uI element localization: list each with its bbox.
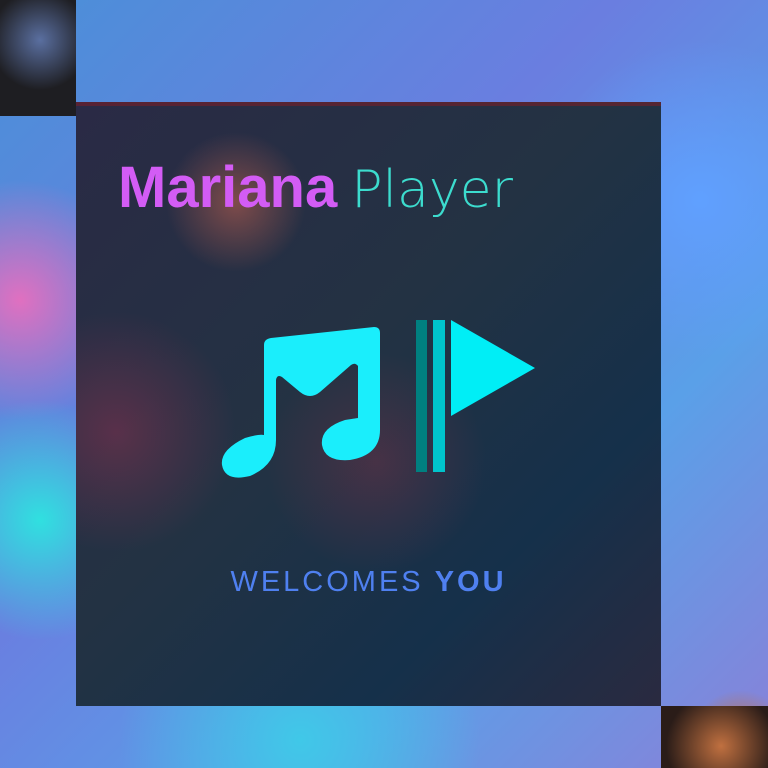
app-logo bbox=[221, 320, 535, 478]
background-bokeh-corner bbox=[661, 706, 768, 768]
splash-panel: Mariana Player WELCOMES YOU bbox=[76, 102, 661, 706]
music-note-icon bbox=[221, 327, 380, 478]
welcome-tagline: WELCOMES YOU bbox=[76, 566, 661, 599]
tagline-prefix: WELCOMES bbox=[230, 566, 424, 598]
background-bokeh-corner bbox=[0, 0, 76, 116]
tagline-emphasis: YOU bbox=[434, 566, 507, 598]
play-flag-icon bbox=[416, 320, 535, 472]
